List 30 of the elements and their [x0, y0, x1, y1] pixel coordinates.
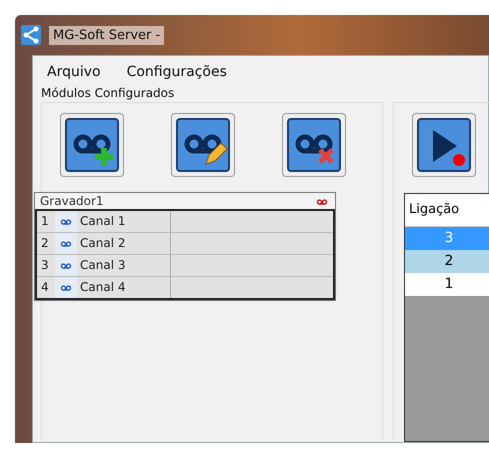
channel-number: 1	[40, 213, 50, 230]
voicemail-icon	[58, 283, 74, 292]
voicemail-icon	[58, 239, 74, 248]
app-icon	[21, 25, 41, 45]
call-row[interactable]: 2	[405, 250, 489, 273]
channel-number: 3	[40, 257, 50, 274]
channel-row[interactable]: 1 Canal 1	[37, 211, 333, 233]
play-record-button[interactable]	[412, 113, 476, 177]
channel-name: Canal 2	[77, 233, 171, 254]
call-row[interactable]: 1	[405, 273, 489, 296]
voicemail-icon	[58, 261, 74, 270]
channel-name: Canal 3	[77, 255, 171, 276]
channel-row[interactable]: 2 Canal 2	[37, 233, 333, 255]
channel-number: 4	[40, 279, 50, 296]
window-title: MG-Soft Server -	[49, 26, 164, 44]
channel-row[interactable]: 4 Canal 4	[37, 277, 333, 298]
channel-number: 2	[40, 235, 50, 252]
menu-item[interactable]: Configurações	[126, 64, 227, 80]
edit-recorder-button[interactable]	[171, 113, 235, 177]
add-recorder-button[interactable]	[60, 113, 124, 177]
column-header: Ligação	[405, 194, 489, 226]
remove-recorder-button[interactable]	[282, 113, 346, 177]
voicemail-icon	[314, 196, 330, 206]
menu-item[interactable]: Arquivo	[47, 64, 101, 80]
channel-row[interactable]: 3 Canal 3	[37, 255, 333, 277]
recorder-name: Gravador1	[40, 194, 104, 208]
channel-name: Canal 4	[77, 277, 171, 298]
voicemail-icon	[58, 217, 74, 226]
channel-name: Canal 1	[77, 211, 171, 232]
group-label: Módulos Configurados	[41, 85, 176, 102]
